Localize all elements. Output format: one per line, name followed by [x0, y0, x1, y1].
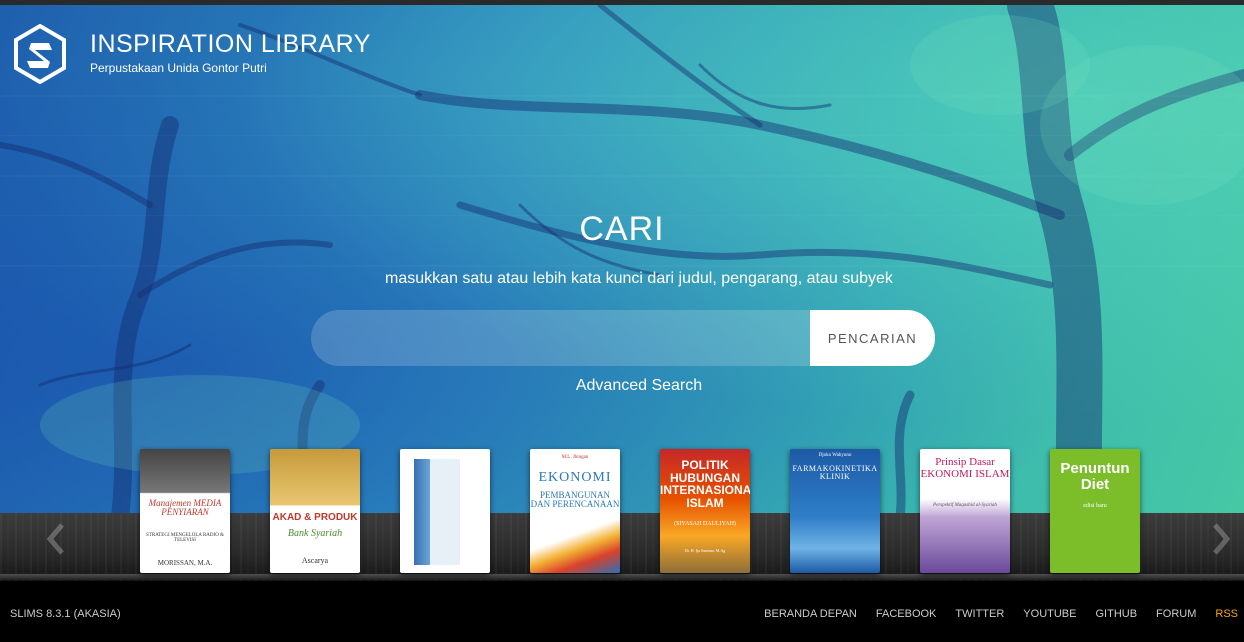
- footer-link-rss[interactable]: RSS: [1215, 608, 1238, 620]
- footer-link-github[interactable]: GITHUB: [1095, 608, 1137, 620]
- advanced-search-link[interactable]: Advanced Search: [0, 377, 1244, 395]
- book-subtitle: (SIYASAH DAULIYAH): [674, 521, 736, 527]
- version-label: SLIMS 8.3.1 (AKASIA): [10, 608, 121, 620]
- book-cover[interactable]: Manajemen MEDIA PENYIARAN STRATEGI MENGE…: [140, 449, 230, 573]
- chevron-right-icon: [1213, 523, 1231, 555]
- book-title: AKAD & PRODUK: [272, 512, 358, 523]
- book-face: [430, 459, 460, 565]
- book-author: M.L. Jhingan: [561, 455, 589, 460]
- footer-link-twitter[interactable]: TWITTER: [955, 608, 1004, 620]
- brand[interactable]: INSPIRATION LIBRARY Perpustakaan Unida G…: [14, 24, 371, 84]
- book-title: Penuntun Diet: [1060, 460, 1130, 493]
- footer-nav: BERANDA DEPAN FACEBOOK TWITTER YOUTUBE G…: [745, 608, 1238, 620]
- search-heading: CARI: [579, 210, 665, 248]
- book-subtitle: PEMBANGUNAN DAN PERENCANAAN: [530, 490, 620, 510]
- book-title: Prinsip Dasar EKONOMI ISLAM: [920, 456, 1010, 480]
- book-title: EKONOMI: [538, 470, 612, 485]
- book-subtitle: Bank Syariah: [287, 528, 343, 539]
- book-title: Manajemen MEDIA PENYIARAN: [148, 498, 222, 518]
- footer-link-home[interactable]: BERANDA DEPAN: [764, 608, 857, 620]
- search-button[interactable]: PENCARIAN: [810, 310, 935, 366]
- book-cover[interactable]: Prinsip Dasar EKONOMI ISLAM Perspektif M…: [920, 449, 1010, 573]
- book-cover[interactable]: Djoko Wahyono FARMAKOKINETIKA KLINIK: [790, 449, 880, 573]
- book-author: MORISSAN, M.A.: [157, 559, 213, 567]
- footer-link-forum[interactable]: FORUM: [1156, 608, 1196, 620]
- book-cover[interactable]: Penuntun Diet edisi baru: [1050, 449, 1140, 573]
- book-cover[interactable]: AKAD & PRODUK Bank Syariah Ascarya: [270, 449, 360, 573]
- book-subtitle: edisi baru: [1083, 503, 1107, 509]
- book-cover[interactable]: [400, 449, 490, 573]
- search-input[interactable]: [311, 310, 810, 366]
- book-cover[interactable]: M.L. Jhingan EKONOMI PEMBANGUNAN DAN PER…: [530, 449, 620, 573]
- book-author: Djoko Wahyono: [818, 453, 852, 458]
- hero-banner: INSPIRATION LIBRARY Perpustakaan Unida G…: [0, 5, 1244, 517]
- footer-link-facebook[interactable]: FACEBOOK: [876, 608, 937, 620]
- footer-link-youtube[interactable]: YOUTUBE: [1023, 608, 1076, 620]
- slims-logo-icon: [14, 24, 66, 84]
- book-spine: [414, 459, 430, 565]
- book-subtitle: STRATEGI MENGELOLA RADIO & TELEVISI: [146, 533, 224, 544]
- site-title: INSPIRATION LIBRARY: [90, 29, 371, 58]
- site-subtitle: Perpustakaan Unida Gontor Putri: [90, 60, 267, 75]
- carousel-next-button[interactable]: [1209, 522, 1233, 556]
- chevron-left-icon: [46, 523, 64, 555]
- carousel-prev-button[interactable]: [44, 522, 68, 556]
- book-author: Dr. H. Ija Suntana, M.Ag: [684, 548, 726, 553]
- book-title: FARMAKOKINETIKA KLINIK: [792, 464, 878, 482]
- footer: SLIMS 8.3.1 (AKASIA) BERANDA DEPAN FACEB…: [0, 581, 1244, 642]
- book-cover[interactable]: POLITIK HUBUNGAN INTERNASIONAL ISLAM (SI…: [660, 449, 750, 573]
- book-subtitle: Perspektif Maqashid al-Syariah: [933, 503, 997, 508]
- shelf-edge: [0, 574, 1244, 580]
- book-title: POLITIK HUBUNGAN INTERNASIONAL ISLAM: [660, 458, 750, 510]
- book-author: Ascarya: [301, 556, 329, 565]
- search-hint: masukkan satu atau lebih kata kunci dari…: [385, 270, 893, 287]
- search-form: PENCARIAN: [311, 310, 935, 366]
